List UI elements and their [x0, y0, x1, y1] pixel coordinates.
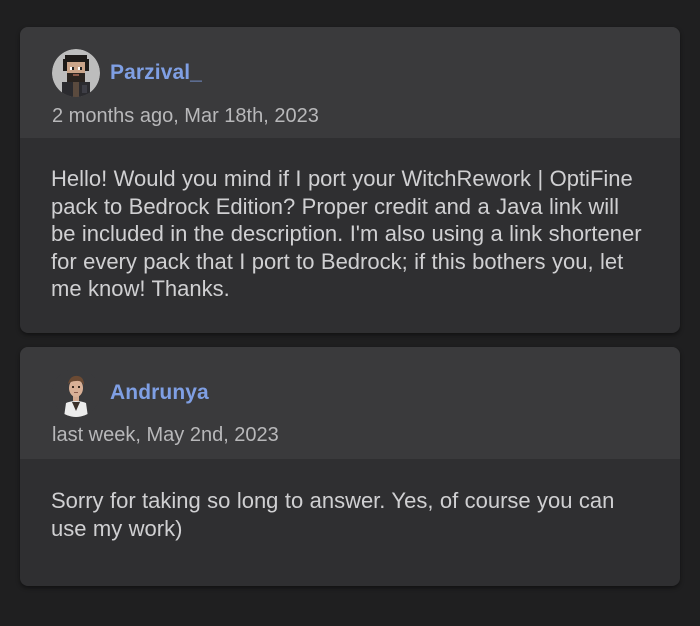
- comment-card: Andrunya last week, May 2nd, 2023 Sorry …: [20, 347, 680, 586]
- comment-header: Parzival_ 2 months ago, Mar 18th, 2023: [20, 27, 680, 138]
- avatar[interactable]: [52, 369, 100, 417]
- comment-body: Hello! Would you mind if I port your Wit…: [51, 166, 642, 301]
- comment-timestamp: 2 months ago, Mar 18th, 2023: [52, 105, 319, 127]
- author-name-link[interactable]: Parzival_: [110, 61, 202, 85]
- comment-timestamp: last week, May 2nd, 2023: [52, 424, 279, 446]
- pixel-bearded-man-avatar-icon: [52, 49, 100, 97]
- comment-card: Parzival_ 2 months ago, Mar 18th, 2023 H…: [20, 27, 680, 333]
- comment-body: Sorry for taking so long to answer. Yes,…: [51, 488, 615, 541]
- author-name-link[interactable]: Andrunya: [110, 381, 209, 405]
- avatar[interactable]: [52, 49, 100, 97]
- comment-header: Andrunya last week, May 2nd, 2023: [20, 347, 680, 459]
- author-row: Parzival_: [52, 47, 202, 99]
- comments-page: Parzival_ 2 months ago, Mar 18th, 2023 H…: [0, 0, 700, 626]
- author-row: Andrunya: [52, 367, 209, 419]
- cartoon-man-avatar-icon: [52, 369, 100, 417]
